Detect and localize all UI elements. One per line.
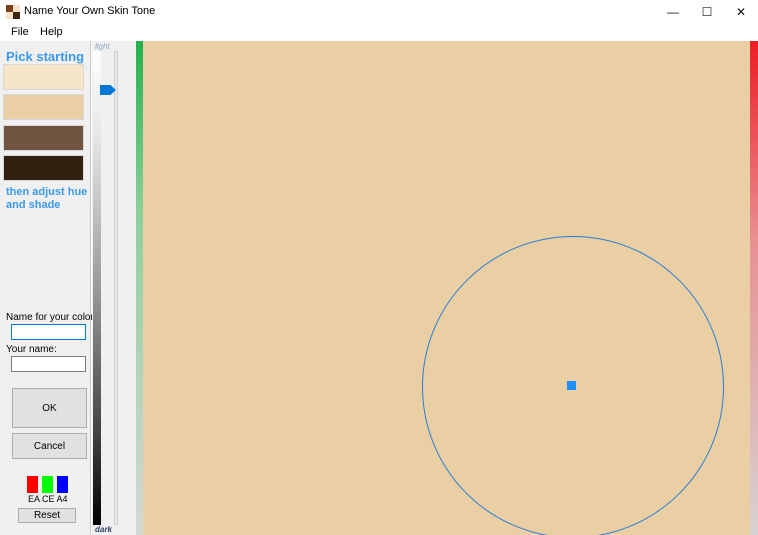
color-name-input[interactable]: [11, 324, 86, 340]
lightness-gradient: [93, 51, 101, 525]
close-button[interactable]: ✕: [724, 0, 758, 23]
red-channel-indicator: [27, 476, 38, 493]
left-panel: Pick starting then adjust hue and shade …: [0, 41, 97, 535]
minimize-icon: —: [667, 4, 679, 19]
swatch-medium-dark[interactable]: [3, 125, 84, 151]
title-bar: Name Your Own Skin Tone — ☐ ✕: [0, 0, 758, 23]
swatch-dark[interactable]: [3, 155, 84, 181]
cancel-button[interactable]: Cancel: [12, 433, 87, 459]
close-icon: ✕: [735, 4, 747, 19]
light-label: light: [95, 42, 110, 51]
menu-bar: File Help: [0, 23, 758, 42]
maximize-button[interactable]: ☐: [690, 0, 724, 23]
pick-starting-heading: Pick starting: [6, 49, 85, 64]
right-hue-gradient: [750, 41, 758, 535]
green-channel-indicator: [42, 476, 53, 493]
app-icon: [6, 5, 20, 19]
maximize-icon: ☐: [701, 4, 713, 19]
swatch-medium-light[interactable]: [3, 94, 84, 120]
your-name-input[interactable]: [11, 356, 86, 372]
menu-help[interactable]: Help: [40, 26, 63, 38]
rgb-hex-label: EA CE A4: [28, 494, 68, 504]
left-hue-gradient: [136, 41, 143, 535]
window-title: Name Your Own Skin Tone: [24, 5, 156, 17]
minimize-button[interactable]: —: [656, 0, 690, 23]
lightness-slider-area: light dark: [92, 41, 136, 535]
swatch-light[interactable]: [3, 64, 84, 90]
your-name-label: Your name:: [6, 344, 57, 355]
color-preview-canvas[interactable]: [143, 41, 750, 535]
adjust-instructions: then adjust hue and shade: [6, 186, 88, 211]
menu-file[interactable]: File: [11, 26, 29, 38]
dark-label: dark: [95, 525, 112, 534]
ok-button[interactable]: OK: [12, 388, 87, 428]
color-name-label: Name for your color:: [6, 312, 97, 323]
color-picker-handle[interactable]: [567, 381, 576, 390]
blue-channel-indicator: [57, 476, 68, 493]
reset-button[interactable]: Reset: [18, 508, 76, 523]
lightness-slider-track[interactable]: [114, 51, 118, 525]
